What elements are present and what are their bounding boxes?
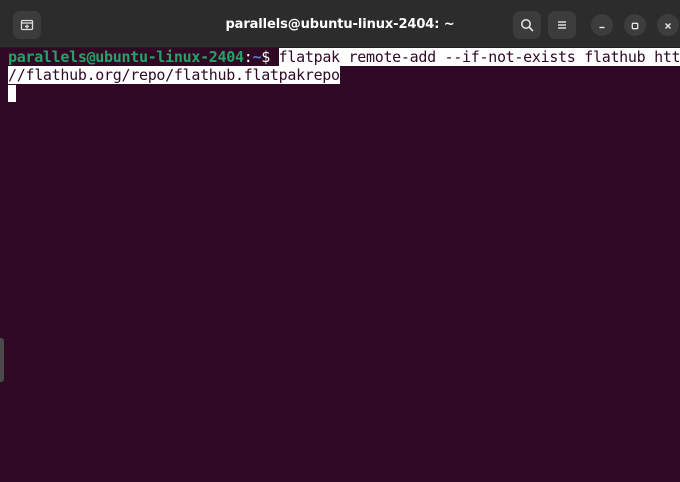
close-button[interactable] xyxy=(657,14,679,36)
text-cursor xyxy=(8,85,16,102)
prompt-dollar: $ xyxy=(261,48,279,66)
close-icon xyxy=(663,16,673,35)
new-tab-button[interactable] xyxy=(13,11,41,39)
maximize-button[interactable] xyxy=(624,14,646,36)
minimize-icon xyxy=(597,16,607,35)
search-button[interactable] xyxy=(513,11,541,39)
selected-command-text[interactable]: flatpak remote-add --if-not-exists flath… xyxy=(278,48,680,66)
minimize-button[interactable] xyxy=(591,14,613,36)
search-icon xyxy=(520,18,534,32)
window-title: parallels@ubuntu-linux-2404: ~ xyxy=(225,17,455,32)
new-tab-icon xyxy=(20,18,34,32)
terminal-area[interactable]: parallels@ubuntu-linux-2404:~$ flatpak r… xyxy=(0,48,680,482)
terminal-window: parallels@ubuntu-linux-2404: ~ parallels… xyxy=(0,0,680,482)
main-menu-button[interactable] xyxy=(548,11,576,39)
selected-command-text-continued[interactable]: //flathub.org/repo/flathub.flatpakrepo xyxy=(8,66,340,84)
title-bar[interactable]: parallels@ubuntu-linux-2404: ~ xyxy=(0,0,680,48)
terminal-line: //flathub.org/repo/flathub.flatpakrepo xyxy=(8,66,340,84)
prompt-path: ~ xyxy=(252,48,262,66)
maximize-icon xyxy=(630,16,640,35)
terminal-line: parallels@ubuntu-linux-2404:~$ flatpak r… xyxy=(8,48,680,66)
resize-handle[interactable] xyxy=(0,338,4,382)
hamburger-menu-icon xyxy=(556,19,568,31)
prompt-user-host: parallels@ubuntu-linux-2404 xyxy=(8,48,244,66)
